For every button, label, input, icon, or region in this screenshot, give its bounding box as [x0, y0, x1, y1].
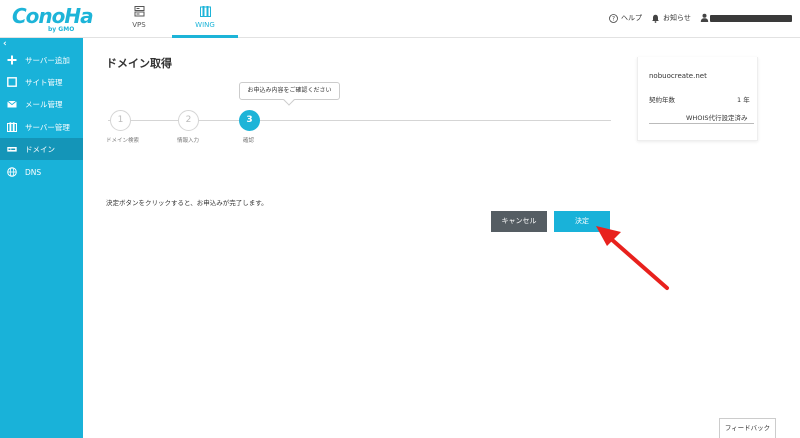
sidebar-item-label: サーバー管理 — [25, 122, 70, 132]
cancel-button[interactable]: キャンセル — [491, 211, 547, 232]
sidebar-item-add-server[interactable]: サーバー追加 — [0, 49, 83, 71]
step-1-label: ドメイン検索 — [106, 138, 140, 144]
sidebar: ‹ サーバー追加 サイト管理 メール管理 サーバー管理 ドメイン DNS — [0, 38, 83, 438]
decide-button[interactable]: 決定 — [554, 211, 610, 232]
summary-domain: nobuocreate.net — [649, 72, 707, 80]
logo-sub: by GMO — [48, 26, 75, 33]
svg-text:?: ? — [612, 15, 615, 22]
summary-divider — [649, 123, 754, 124]
summary-whois: WHOIS代行設定済み — [686, 114, 748, 122]
step-2-label: 情報入力 — [177, 138, 200, 144]
sidebar-item-label: サーバー追加 — [25, 55, 70, 65]
sidebar-item-label: ドメイン — [25, 144, 55, 154]
page-title: ドメイン取得 — [106, 57, 172, 70]
user-name-redacted — [710, 15, 792, 22]
conoha-logo[interactable]: ConoHa by GMO — [12, 4, 94, 33]
top-header: ConoHa by GMO VPS WING ? ヘルプ お知らせ — [0, 0, 800, 38]
step-1-circle: 1 — [110, 110, 131, 131]
help-icon: ? — [609, 13, 618, 23]
topnav-vps-label: VPS — [132, 21, 146, 29]
summary-contract-label: 契約年数 — [649, 96, 675, 104]
confirm-note: 決定ボタンをクリックすると、お申込みが完了します。 — [106, 199, 268, 207]
sidebar-item-label: サイト管理 — [25, 77, 63, 87]
plus-icon — [7, 55, 17, 65]
sidebar-item-label: DNS — [25, 167, 42, 177]
confirm-tooltip: お申込み内容をご確認ください — [239, 82, 340, 100]
user-icon — [700, 13, 709, 22]
logo-text: ConoHa — [12, 4, 94, 28]
help-label: ヘルプ — [621, 14, 642, 22]
notice-label: お知らせ — [663, 14, 691, 22]
summary-contract-value: 1 年 — [737, 96, 750, 104]
sidebar-collapse-button[interactable]: ‹ — [3, 39, 7, 49]
mail-icon — [7, 99, 17, 109]
step-3-label: 確認 — [243, 138, 255, 144]
server-icon — [7, 122, 17, 132]
server-icon — [134, 6, 145, 17]
site-icon — [7, 77, 17, 87]
domain-icon — [7, 144, 17, 154]
topnav-vps[interactable]: VPS — [106, 0, 172, 38]
sidebar-item-mail[interactable]: メール管理 — [0, 93, 83, 115]
wing-server-icon — [200, 6, 211, 17]
sidebar-item-domain[interactable]: ドメイン — [0, 138, 83, 160]
order-summary-panel: nobuocreate.net 契約年数 1 年 WHOIS代行設定済み — [637, 57, 758, 141]
step-3-circle: 3 — [239, 110, 260, 131]
sidebar-item-server[interactable]: サーバー管理 — [0, 116, 83, 138]
notice-link[interactable]: お知らせ — [651, 13, 691, 23]
bell-icon — [652, 14, 659, 23]
sidebar-item-label: メール管理 — [25, 99, 63, 109]
globe-icon — [7, 167, 17, 177]
topnav-wing[interactable]: WING — [172, 0, 238, 38]
step-2-circle: 2 — [178, 110, 199, 131]
help-link[interactable]: ? ヘルプ — [609, 13, 642, 23]
sidebar-item-dns[interactable]: DNS — [0, 161, 83, 183]
feedback-button[interactable]: フィードバック — [719, 418, 776, 438]
sidebar-item-site[interactable]: サイト管理 — [0, 71, 83, 93]
topnav-wing-label: WING — [195, 21, 215, 29]
